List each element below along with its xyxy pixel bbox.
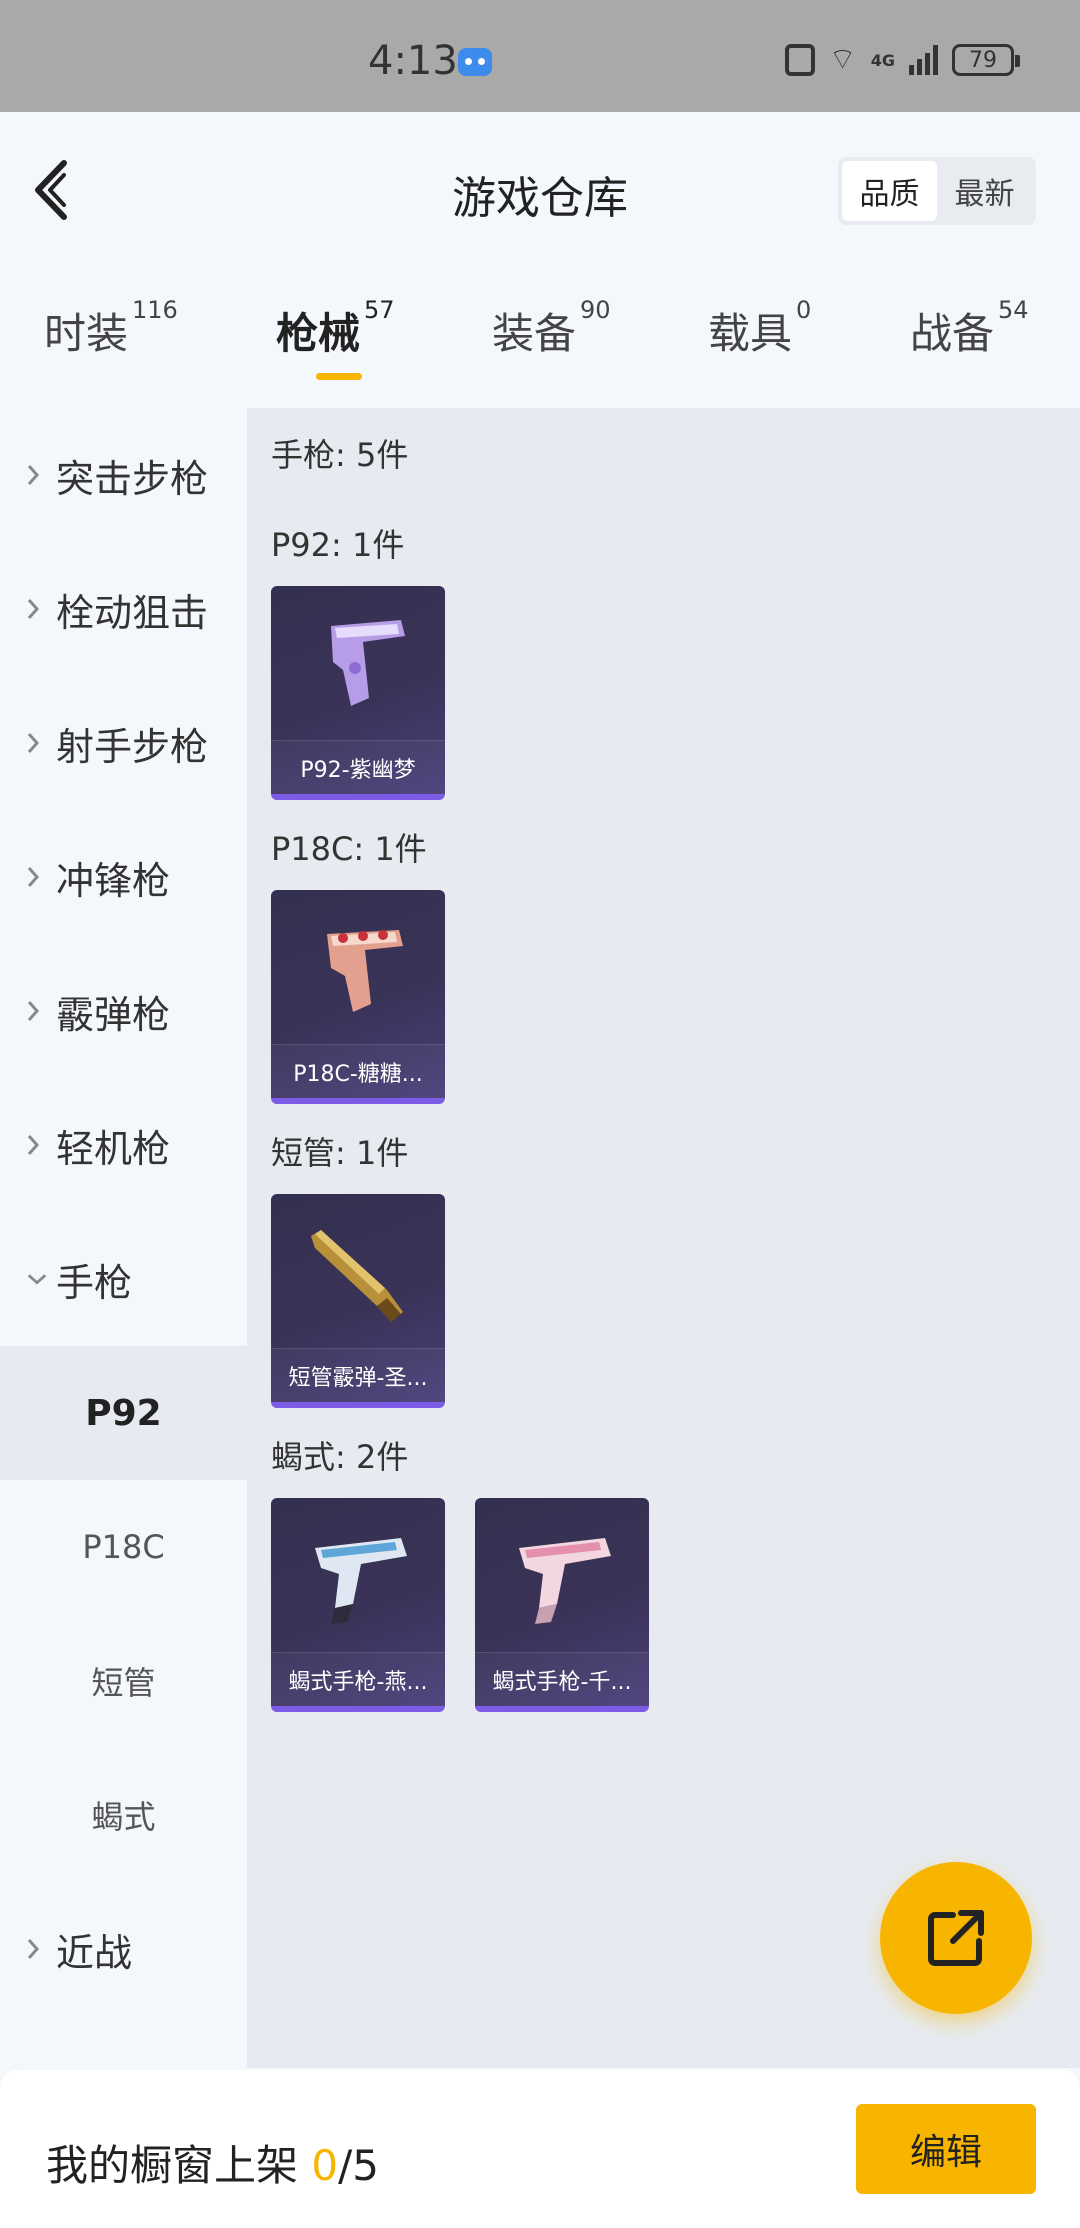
sidebar-item-label: 冲锋枪 bbox=[56, 858, 171, 903]
shotgun-skin-image bbox=[311, 1230, 403, 1322]
tab-vehicles[interactable]: 载具 0 bbox=[708, 296, 811, 361]
pistol-skin-image bbox=[331, 620, 405, 706]
tab-count: 90 bbox=[580, 296, 611, 324]
tab-label: 战备 bbox=[910, 309, 995, 358]
sidebar: 突击步枪 栓动狙击 射手步枪 冲锋枪 霰弹枪 轻机枪 手枪 P92 P18C 短… bbox=[0, 408, 247, 2068]
chevron-right-icon bbox=[26, 597, 48, 621]
status-time: 4:13 bbox=[368, 38, 458, 84]
sidebar-subitem-sawed-off[interactable]: 短管 bbox=[0, 1614, 247, 1748]
sidebar-item-assault-rifle[interactable]: 突击步枪 bbox=[0, 408, 247, 542]
game-assistant-icon bbox=[458, 48, 492, 76]
item-card[interactable]: 短管霰弹-圣... bbox=[271, 1194, 445, 1408]
status-icons: ⌔ 4G 79 bbox=[784, 40, 1020, 80]
tab-label: 载具 bbox=[708, 309, 793, 358]
sidebar-item-bolt-sniper[interactable]: 栓动狙击 bbox=[0, 542, 247, 676]
chevron-right-icon bbox=[26, 463, 48, 487]
category-tabs: 时装 116 枪械 57 装备 90 载具 0 战备 54 bbox=[0, 296, 1080, 380]
tab-count: 0 bbox=[796, 296, 812, 324]
sidebar-item-shotgun[interactable]: 霰弹枪 bbox=[0, 944, 247, 1078]
showcase-label: 我的橱窗上架 bbox=[46, 2141, 299, 2190]
sidebar-item-label: 轻机枪 bbox=[56, 1126, 171, 1171]
chevron-right-icon bbox=[26, 999, 48, 1023]
group-title-p18c: P18C: 1件 bbox=[271, 830, 427, 868]
tab-count: 54 bbox=[998, 296, 1029, 324]
pistol-skin-image bbox=[327, 930, 403, 1012]
item-card[interactable]: P92-紫幽梦 bbox=[271, 586, 445, 800]
sidebar-subitem-p92[interactable]: P92 bbox=[0, 1346, 247, 1480]
item-name: 短管霰弹-圣... bbox=[271, 1348, 445, 1402]
chevron-right-icon bbox=[26, 731, 48, 755]
smg-skin-image bbox=[519, 1538, 611, 1624]
sidebar-item-pistol[interactable]: 手枪 bbox=[0, 1212, 247, 1346]
edit-button[interactable]: 编辑 bbox=[856, 2104, 1036, 2194]
sidebar-item-label: 突击步枪 bbox=[56, 456, 209, 501]
battery-icon: 79 bbox=[952, 44, 1020, 76]
share-icon bbox=[928, 1910, 984, 1966]
sidebar-item-melee[interactable]: 近战 bbox=[0, 1882, 247, 2016]
chevron-down-icon bbox=[26, 1272, 48, 1286]
tab-equipment[interactable]: 装备 90 bbox=[492, 296, 611, 361]
sort-by-quality[interactable]: 品质 bbox=[842, 161, 937, 221]
share-button[interactable] bbox=[880, 1862, 1032, 2014]
tab-count: 57 bbox=[364, 296, 395, 324]
showcase-bar: 我的橱窗上架 0/5 编辑 bbox=[0, 2070, 1080, 2228]
sidebar-item-label: 手枪 bbox=[56, 1260, 133, 1305]
item-card[interactable]: 蝎式手枪-千... bbox=[475, 1498, 649, 1712]
signal-strength-icon bbox=[909, 45, 938, 75]
active-tab-indicator bbox=[316, 373, 362, 380]
sidebar-item-label: 射手步枪 bbox=[56, 724, 209, 769]
group-title-skorpion: 蝎式: 2件 bbox=[271, 1438, 409, 1476]
sidebar-item-label: 霰弹枪 bbox=[56, 992, 171, 1037]
item-card[interactable]: 蝎式手枪-燕... bbox=[271, 1498, 445, 1712]
tab-label: 装备 bbox=[492, 309, 577, 358]
chevron-right-icon bbox=[26, 1937, 48, 1961]
tab-count: 116 bbox=[132, 296, 178, 324]
sidebar-item-smg[interactable]: 冲锋枪 bbox=[0, 810, 247, 944]
sidebar-item-lmg[interactable]: 轻机枪 bbox=[0, 1078, 247, 1212]
item-name: P18C-糖糖... bbox=[271, 1044, 445, 1098]
tab-guns[interactable]: 枪械 57 bbox=[276, 296, 395, 361]
showcase-current-count: 0 bbox=[311, 2141, 339, 2190]
item-name: 蝎式手枪-燕... bbox=[271, 1652, 445, 1706]
chevron-right-icon bbox=[26, 1133, 48, 1157]
wifi-icon: ⌔ bbox=[828, 42, 857, 77]
item-card[interactable]: P18C-糖糖... bbox=[271, 890, 445, 1104]
group-title-p92: P92: 1件 bbox=[271, 526, 405, 564]
sidebar-item-label: 栓动狙击 bbox=[56, 590, 209, 635]
item-list: 手枪: 5件 P92: 1件 P92-紫幽梦 P18C: 1件 P18C-糖糖.… bbox=[247, 408, 1080, 2068]
tab-label: 枪械 bbox=[276, 309, 361, 358]
sidebar-subitem-skorpion[interactable]: 蝎式 bbox=[0, 1748, 247, 1882]
chevron-right-icon bbox=[26, 865, 48, 889]
sort-toggle: 品质 最新 bbox=[838, 157, 1036, 225]
battery-level: 79 bbox=[969, 47, 997, 73]
category-summary: 手枪: 5件 bbox=[271, 436, 409, 474]
item-name: 蝎式手枪-千... bbox=[475, 1652, 649, 1706]
tab-label: 时装 bbox=[44, 309, 129, 358]
status-bar: 4:13 ⌔ 4G 79 bbox=[0, 0, 1080, 112]
sidebar-subitem-p18c[interactable]: P18C bbox=[0, 1480, 247, 1614]
sort-by-newest[interactable]: 最新 bbox=[937, 161, 1032, 221]
sidebar-item-label: 近战 bbox=[56, 1930, 133, 1975]
tab-fashion[interactable]: 时装 116 bbox=[44, 296, 178, 361]
showcase-total-count: /5 bbox=[338, 2141, 379, 2190]
network-type-label: 4G bbox=[870, 50, 895, 70]
nfc-icon bbox=[784, 44, 815, 76]
showcase-status: 我的橱窗上架 0/5 bbox=[46, 2132, 379, 2193]
sidebar-item-marksman-rifle[interactable]: 射手步枪 bbox=[0, 676, 247, 810]
item-name: P92-紫幽梦 bbox=[271, 740, 445, 794]
smg-skin-image bbox=[315, 1538, 407, 1624]
tab-supplies[interactable]: 战备 54 bbox=[910, 296, 1029, 361]
group-title-sawed-off: 短管: 1件 bbox=[271, 1134, 409, 1172]
